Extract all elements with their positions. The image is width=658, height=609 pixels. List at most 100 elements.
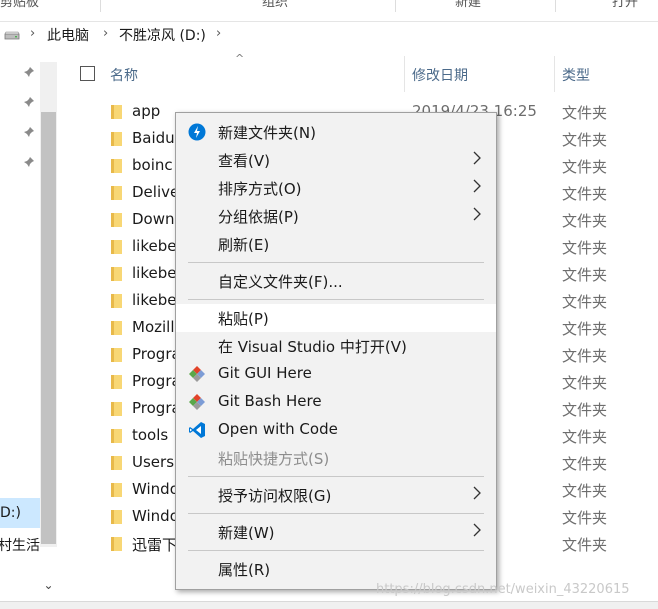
column-type[interactable]: 类型 — [562, 65, 590, 85]
breadcrumb-drive-d[interactable]: 不胜凉风 (D:) — [119, 25, 206, 45]
menu-item-open-with-code[interactable]: Open with Code — [176, 416, 496, 444]
sort-ascending-icon: ^ — [235, 52, 245, 65]
file-name[interactable]: likebe — [132, 291, 176, 309]
column-divider[interactable] — [554, 56, 555, 92]
file-name[interactable]: tools — [132, 426, 168, 444]
menu-item-sort[interactable]: 排序方式(O) — [176, 174, 496, 202]
nav-scrollbar-thumb[interactable] — [41, 112, 56, 544]
folder-icon — [111, 429, 122, 443]
menu-item-label: Git Bash Here — [218, 392, 322, 410]
ribbon-divider — [395, 0, 396, 12]
menu-item-label: 粘贴快捷方式(S) — [218, 450, 330, 468]
file-type: 文件夹 — [562, 104, 608, 122]
file-type: 文件夹 — [562, 536, 608, 554]
nav-item-life-label[interactable]: 村生活 — [0, 535, 40, 555]
menu-item-label: Git GUI Here — [218, 364, 312, 382]
pin-icon[interactable] — [23, 156, 35, 168]
folder-icon — [111, 348, 122, 362]
folder-icon — [111, 213, 122, 227]
menu-separator — [188, 262, 484, 263]
menu-item-label: 新建文件夹(N) — [218, 124, 316, 142]
chevron-right-icon[interactable]: › — [103, 26, 108, 41]
menu-item-label: 查看(V) — [218, 152, 270, 170]
file-type: 文件夹 — [562, 158, 608, 176]
file-type: 文件夹 — [562, 428, 608, 446]
file-name[interactable]: Users — [132, 453, 174, 471]
file-name[interactable]: likebe — [132, 264, 176, 282]
file-type: 文件夹 — [562, 509, 608, 527]
file-name[interactable]: boinc — [132, 156, 173, 174]
menu-item-view[interactable]: 查看(V) — [176, 146, 496, 174]
chevron-right-icon[interactable]: › — [30, 26, 35, 41]
file-name[interactable]: 迅雷下 — [132, 534, 177, 555]
address-bar[interactable]: › 此电脑 › 不胜凉风 (D:) › — [0, 22, 658, 48]
chevron-right-icon[interactable]: › — [216, 26, 221, 41]
file-name[interactable]: Mozill — [132, 318, 175, 336]
menu-item-git-bash[interactable]: Git Bash Here — [176, 388, 496, 416]
submenu-arrow-icon — [473, 523, 481, 537]
submenu-arrow-icon — [473, 151, 481, 165]
file-name[interactable]: Baidu — [132, 129, 175, 147]
select-all-checkbox[interactable] — [80, 66, 95, 81]
file-name[interactable]: Progra — [132, 399, 181, 417]
menu-item-label: 刷新(E) — [218, 236, 270, 254]
menu-item-new-folder[interactable]: 新建文件夹(N) — [176, 118, 496, 146]
new-folder-pin-icon — [188, 123, 206, 141]
menu-item-git-gui[interactable]: Git GUI Here — [176, 360, 496, 388]
file-name[interactable]: Windo — [132, 480, 179, 498]
file-type: 文件夹 — [562, 482, 608, 500]
menu-item-paste[interactable]: 粘贴(P) — [176, 304, 496, 332]
ribbon-clipboard-label: 剪贴板 — [0, 0, 40, 10]
pin-icon[interactable] — [23, 66, 35, 78]
menu-item-label: 属性(R) — [218, 561, 271, 579]
breadcrumb-this-pc[interactable]: 此电脑 — [47, 25, 89, 45]
folder-icon — [111, 483, 122, 497]
file-type: 文件夹 — [562, 374, 608, 392]
watermark-text: https://blog.csdn.net/weixin_43220615 — [376, 582, 630, 597]
menu-item-paste-shortcut[interactable]: 粘贴快捷方式(S) — [176, 444, 496, 472]
menu-item-customize-folder[interactable]: 自定义文件夹(F)... — [176, 267, 496, 295]
ribbon-new-label: 新建 — [455, 0, 482, 10]
menu-separator — [188, 513, 484, 514]
folder-icon — [111, 240, 122, 254]
file-name[interactable]: Windo — [132, 507, 179, 525]
ribbon-divider — [555, 0, 556, 12]
pin-icon[interactable] — [23, 96, 35, 108]
scroll-down-icon[interactable]: ⌄ — [40, 578, 57, 596]
folder-icon — [111, 321, 122, 335]
menu-item-label: 粘贴(P) — [218, 310, 269, 328]
menu-item-refresh[interactable]: 刷新(E) — [176, 230, 496, 258]
menu-item-group[interactable]: 分组依据(P) — [176, 202, 496, 230]
file-type: 文件夹 — [562, 212, 608, 230]
menu-item-label: 授予访问权限(G) — [218, 487, 332, 505]
file-name[interactable]: Delive — [132, 183, 179, 201]
column-divider[interactable] — [404, 56, 405, 92]
menu-item-grant-access[interactable]: 授予访问权限(G) — [176, 481, 496, 509]
file-name[interactable]: Down — [132, 210, 175, 228]
file-type: 文件夹 — [562, 455, 608, 473]
file-type: 文件夹 — [562, 347, 608, 365]
drive-icon — [4, 31, 20, 40]
folder-icon — [111, 105, 122, 119]
file-name[interactable]: Progra — [132, 372, 181, 390]
file-name[interactable]: app — [132, 102, 160, 120]
ribbon-open-label: 打开 — [612, 0, 639, 10]
column-date-modified[interactable]: 修改日期 — [412, 65, 468, 85]
file-type: 文件夹 — [562, 266, 608, 284]
file-type: 文件夹 — [562, 320, 608, 338]
git-gui-icon — [189, 366, 205, 382]
vscode-icon — [189, 422, 205, 438]
column-name[interactable]: 名称 — [110, 65, 138, 85]
file-type: 文件夹 — [562, 239, 608, 257]
pin-icon[interactable] — [23, 126, 35, 138]
folder-icon — [111, 132, 122, 146]
nav-item-drive-d-label: D:) — [0, 505, 21, 521]
menu-item-open-in-visual-studio[interactable]: 在 Visual Studio 中打开(V) — [176, 332, 496, 360]
folder-icon — [111, 159, 122, 173]
file-name[interactable]: likebe — [132, 237, 176, 255]
context-menu: 新建文件夹(N) 查看(V) 排序方式(O) 分组依据(P) 刷新(E) 自定义… — [175, 112, 497, 590]
menu-item-label: 分组依据(P) — [218, 208, 299, 226]
file-name[interactable]: Progra — [132, 345, 181, 363]
menu-item-new[interactable]: 新建(W) — [176, 518, 496, 546]
menu-item-properties[interactable]: 属性(R) — [176, 555, 496, 583]
